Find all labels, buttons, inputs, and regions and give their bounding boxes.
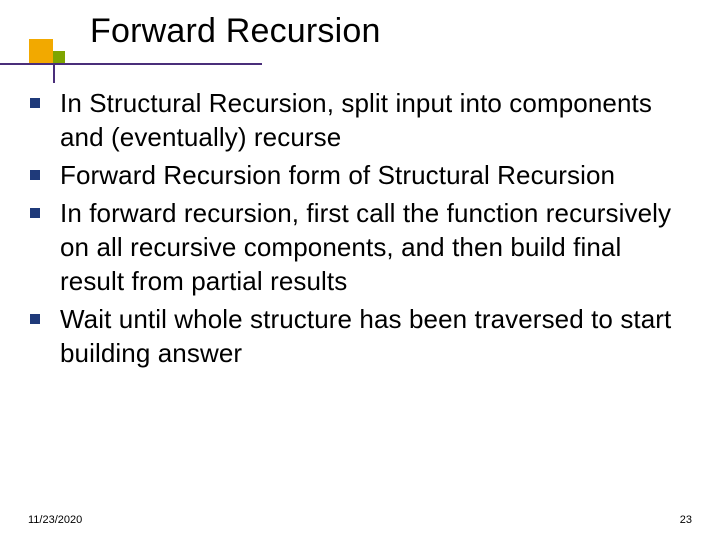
footer-date: 11/23/2020 — [28, 514, 82, 526]
slide-body: In Structural Recursion, split input int… — [30, 86, 690, 374]
accent-square-orange-icon — [29, 39, 53, 63]
accent-square-green-icon — [53, 51, 65, 63]
footer-page-number: 23 — [680, 514, 692, 526]
bullet-icon — [30, 98, 40, 108]
list-item-text: In forward recursion, first call the fun… — [60, 196, 690, 298]
bullet-icon — [30, 170, 40, 180]
list-item: In forward recursion, first call the fun… — [30, 196, 690, 298]
list-item-text: In Structural Recursion, split input int… — [60, 86, 690, 154]
title-rule-horizontal — [0, 63, 262, 65]
list-item: Wait until whole structure has been trav… — [30, 302, 690, 370]
slide: Forward Recursion In Structural Recursio… — [0, 0, 720, 540]
list-item-text: Forward Recursion form of Structural Rec… — [60, 158, 615, 192]
bullet-icon — [30, 314, 40, 324]
slide-title: Forward Recursion — [90, 12, 381, 51]
list-item: In Structural Recursion, split input int… — [30, 86, 690, 154]
list-item: Forward Recursion form of Structural Rec… — [30, 158, 690, 192]
list-item-text: Wait until whole structure has been trav… — [60, 302, 690, 370]
bullet-icon — [30, 208, 40, 218]
title-rule-vertical — [53, 63, 55, 83]
